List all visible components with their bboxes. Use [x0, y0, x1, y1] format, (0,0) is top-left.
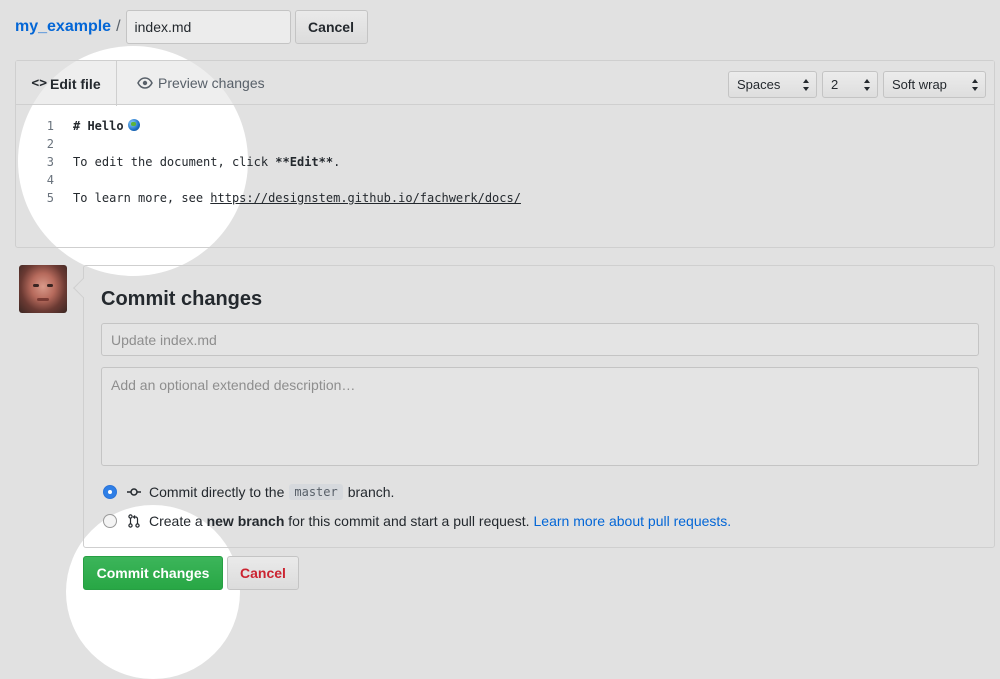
commit-summary-input[interactable]: [101, 323, 979, 356]
breadcrumb: my_example / index.md Cancel: [15, 10, 368, 44]
code-line: 5 To learn more, see https://designstem.…: [16, 189, 994, 207]
cancel-commit-button[interactable]: Cancel: [227, 556, 299, 590]
new-branch-option[interactable]: Create a new branch for this commit and …: [103, 513, 731, 529]
indent-size-select[interactable]: 2: [822, 71, 878, 98]
wrap-mode-select[interactable]: Soft wrap: [883, 71, 986, 98]
new-branch-radio[interactable]: [103, 514, 117, 528]
line-number: 4: [46, 173, 54, 187]
commit-direct-text: Commit directly to the: [149, 484, 285, 500]
select-arrows-icon: [972, 79, 978, 91]
indent-mode-value: Spaces: [737, 77, 781, 92]
pull-request-icon: [126, 513, 142, 529]
filename-input[interactable]: index.md: [125, 10, 291, 44]
eye-icon: [137, 77, 153, 89]
line-number: 1: [46, 119, 54, 133]
tab-edit-file[interactable]: <> Edit file: [16, 61, 117, 106]
code-line: 4: [16, 171, 994, 189]
globe-emoji-icon: [127, 119, 140, 131]
line-content: To edit the document, click **Edit**.: [73, 155, 340, 169]
line-content: # Hello: [73, 119, 140, 133]
new-branch-text-end: for this commit and start a pull request…: [288, 513, 530, 529]
select-arrows-icon: [803, 79, 809, 91]
commit-direct-option[interactable]: Commit directly to the master branch.: [103, 484, 394, 500]
line-number: 3: [46, 155, 54, 169]
new-branch-text: Create a: [149, 513, 203, 529]
line-text-end: .: [333, 155, 341, 169]
commit-description-input[interactable]: [101, 367, 979, 466]
code-area[interactable]: 1 # Hello 2 3 To edit the document, clic…: [16, 105, 994, 207]
line-number: 2: [46, 137, 54, 151]
tab-preview-changes[interactable]: Preview changes: [137, 61, 265, 105]
cancel-edit-button[interactable]: Cancel: [294, 10, 368, 44]
commit-direct-radio[interactable]: [103, 485, 117, 499]
branch-name: master: [289, 484, 343, 500]
select-arrows-icon: [864, 79, 870, 91]
commit-title: Commit changes: [101, 288, 263, 310]
tab-preview-label: Preview changes: [158, 75, 265, 91]
pull-request-help-link[interactable]: Learn more about pull requests.: [534, 513, 732, 529]
file-editor: <> Edit file Preview changes Spaces 2 So…: [15, 60, 995, 248]
commit-changes-button[interactable]: Commit changes: [83, 556, 223, 590]
code-line: 1 # Hello: [16, 117, 994, 135]
docs-url[interactable]: https://designstem.github.io/fachwerk/do…: [210, 191, 521, 205]
avatar: [19, 265, 67, 313]
line-content: To learn more, see https://designstem.gi…: [73, 191, 521, 205]
wrap-mode-value: Soft wrap: [892, 77, 947, 92]
path-separator: /: [116, 18, 121, 35]
commit-actions: Commit changes Cancel: [83, 556, 299, 590]
editor-toolbar: <> Edit file Preview changes Spaces 2 So…: [16, 61, 994, 106]
repo-link[interactable]: my_example: [15, 18, 111, 36]
indent-mode-select[interactable]: Spaces: [728, 71, 817, 98]
markdown-heading: # Hello: [73, 119, 124, 133]
markdown-bold: **Edit**: [275, 155, 334, 169]
git-commit-icon: [126, 484, 142, 500]
tab-edit-file-label: Edit file: [50, 75, 101, 92]
commit-direct-text-end: branch.: [347, 484, 395, 500]
line-text: To learn more, see: [73, 191, 211, 205]
indent-size-value: 2: [831, 77, 839, 92]
code-line: 3 To edit the document, click **Edit**.: [16, 153, 994, 171]
line-number: 5: [46, 191, 54, 205]
line-text: To edit the document, click: [73, 155, 276, 169]
code-line: 2: [16, 135, 994, 153]
code-icon: <>: [31, 76, 48, 91]
commit-form: Commit changes Commit directly to the ma…: [73, 265, 995, 548]
new-branch-bold: new branch: [206, 513, 285, 529]
